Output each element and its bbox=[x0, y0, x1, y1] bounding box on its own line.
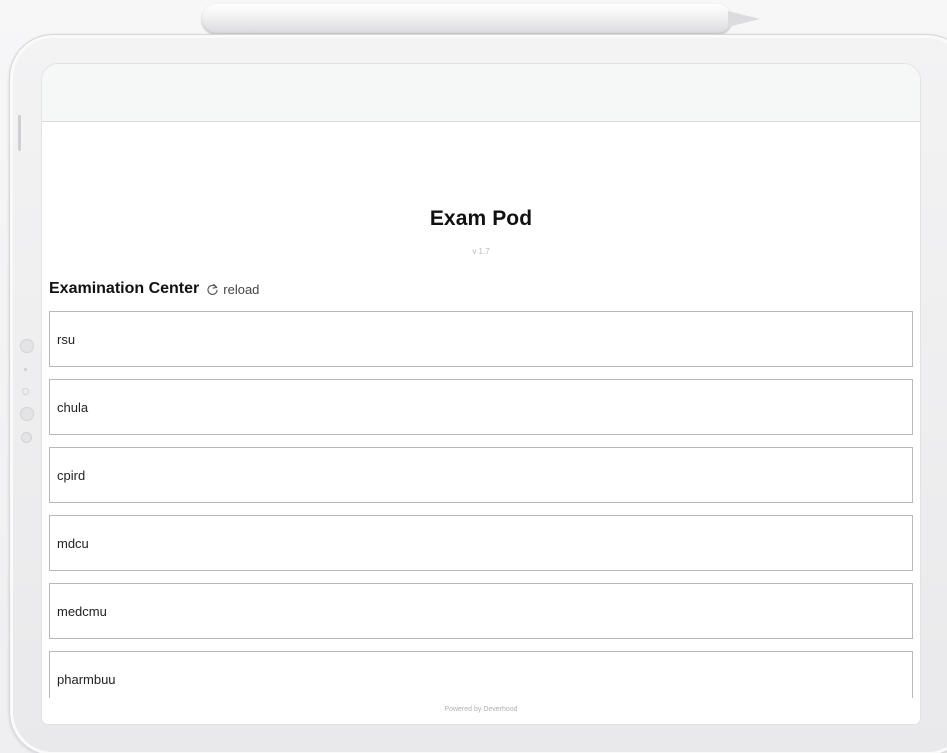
app-screen: Exam Pod v 1.7 Examination Center reload… bbox=[42, 64, 920, 724]
center-list: rsu chula cpird mdcu medcmu pharmbuu bbox=[49, 311, 913, 719]
camera-dot bbox=[20, 407, 34, 421]
device-mockup: Exam Pod v 1.7 Examination Center reload… bbox=[0, 0, 947, 753]
pencil-tip bbox=[728, 11, 760, 27]
reload-button[interactable]: reload bbox=[206, 282, 259, 297]
page-title: Exam Pod bbox=[429, 207, 533, 230]
section-title: Examination Center bbox=[49, 280, 200, 297]
footer-credit: Powered by Deverhood bbox=[42, 698, 920, 724]
reload-icon bbox=[207, 283, 218, 295]
section-header: Examination Center reload bbox=[49, 279, 259, 299]
reload-label: reload bbox=[223, 281, 260, 297]
navigation-bar bbox=[42, 64, 920, 122]
sensor-dot bbox=[24, 368, 27, 371]
list-item[interactable]: medcmu bbox=[49, 583, 913, 639]
camera-dot bbox=[20, 339, 34, 353]
apple-pencil-image bbox=[202, 4, 732, 34]
version-label: v 1.7 bbox=[472, 247, 490, 256]
side-button bbox=[18, 115, 21, 151]
list-item[interactable]: rsu bbox=[49, 311, 913, 367]
sensor-ring bbox=[22, 388, 29, 395]
sensor-dot bbox=[21, 432, 32, 443]
list-item[interactable]: mdcu bbox=[49, 515, 913, 571]
list-item[interactable]: chula bbox=[49, 379, 913, 435]
list-item[interactable]: cpird bbox=[49, 447, 913, 503]
